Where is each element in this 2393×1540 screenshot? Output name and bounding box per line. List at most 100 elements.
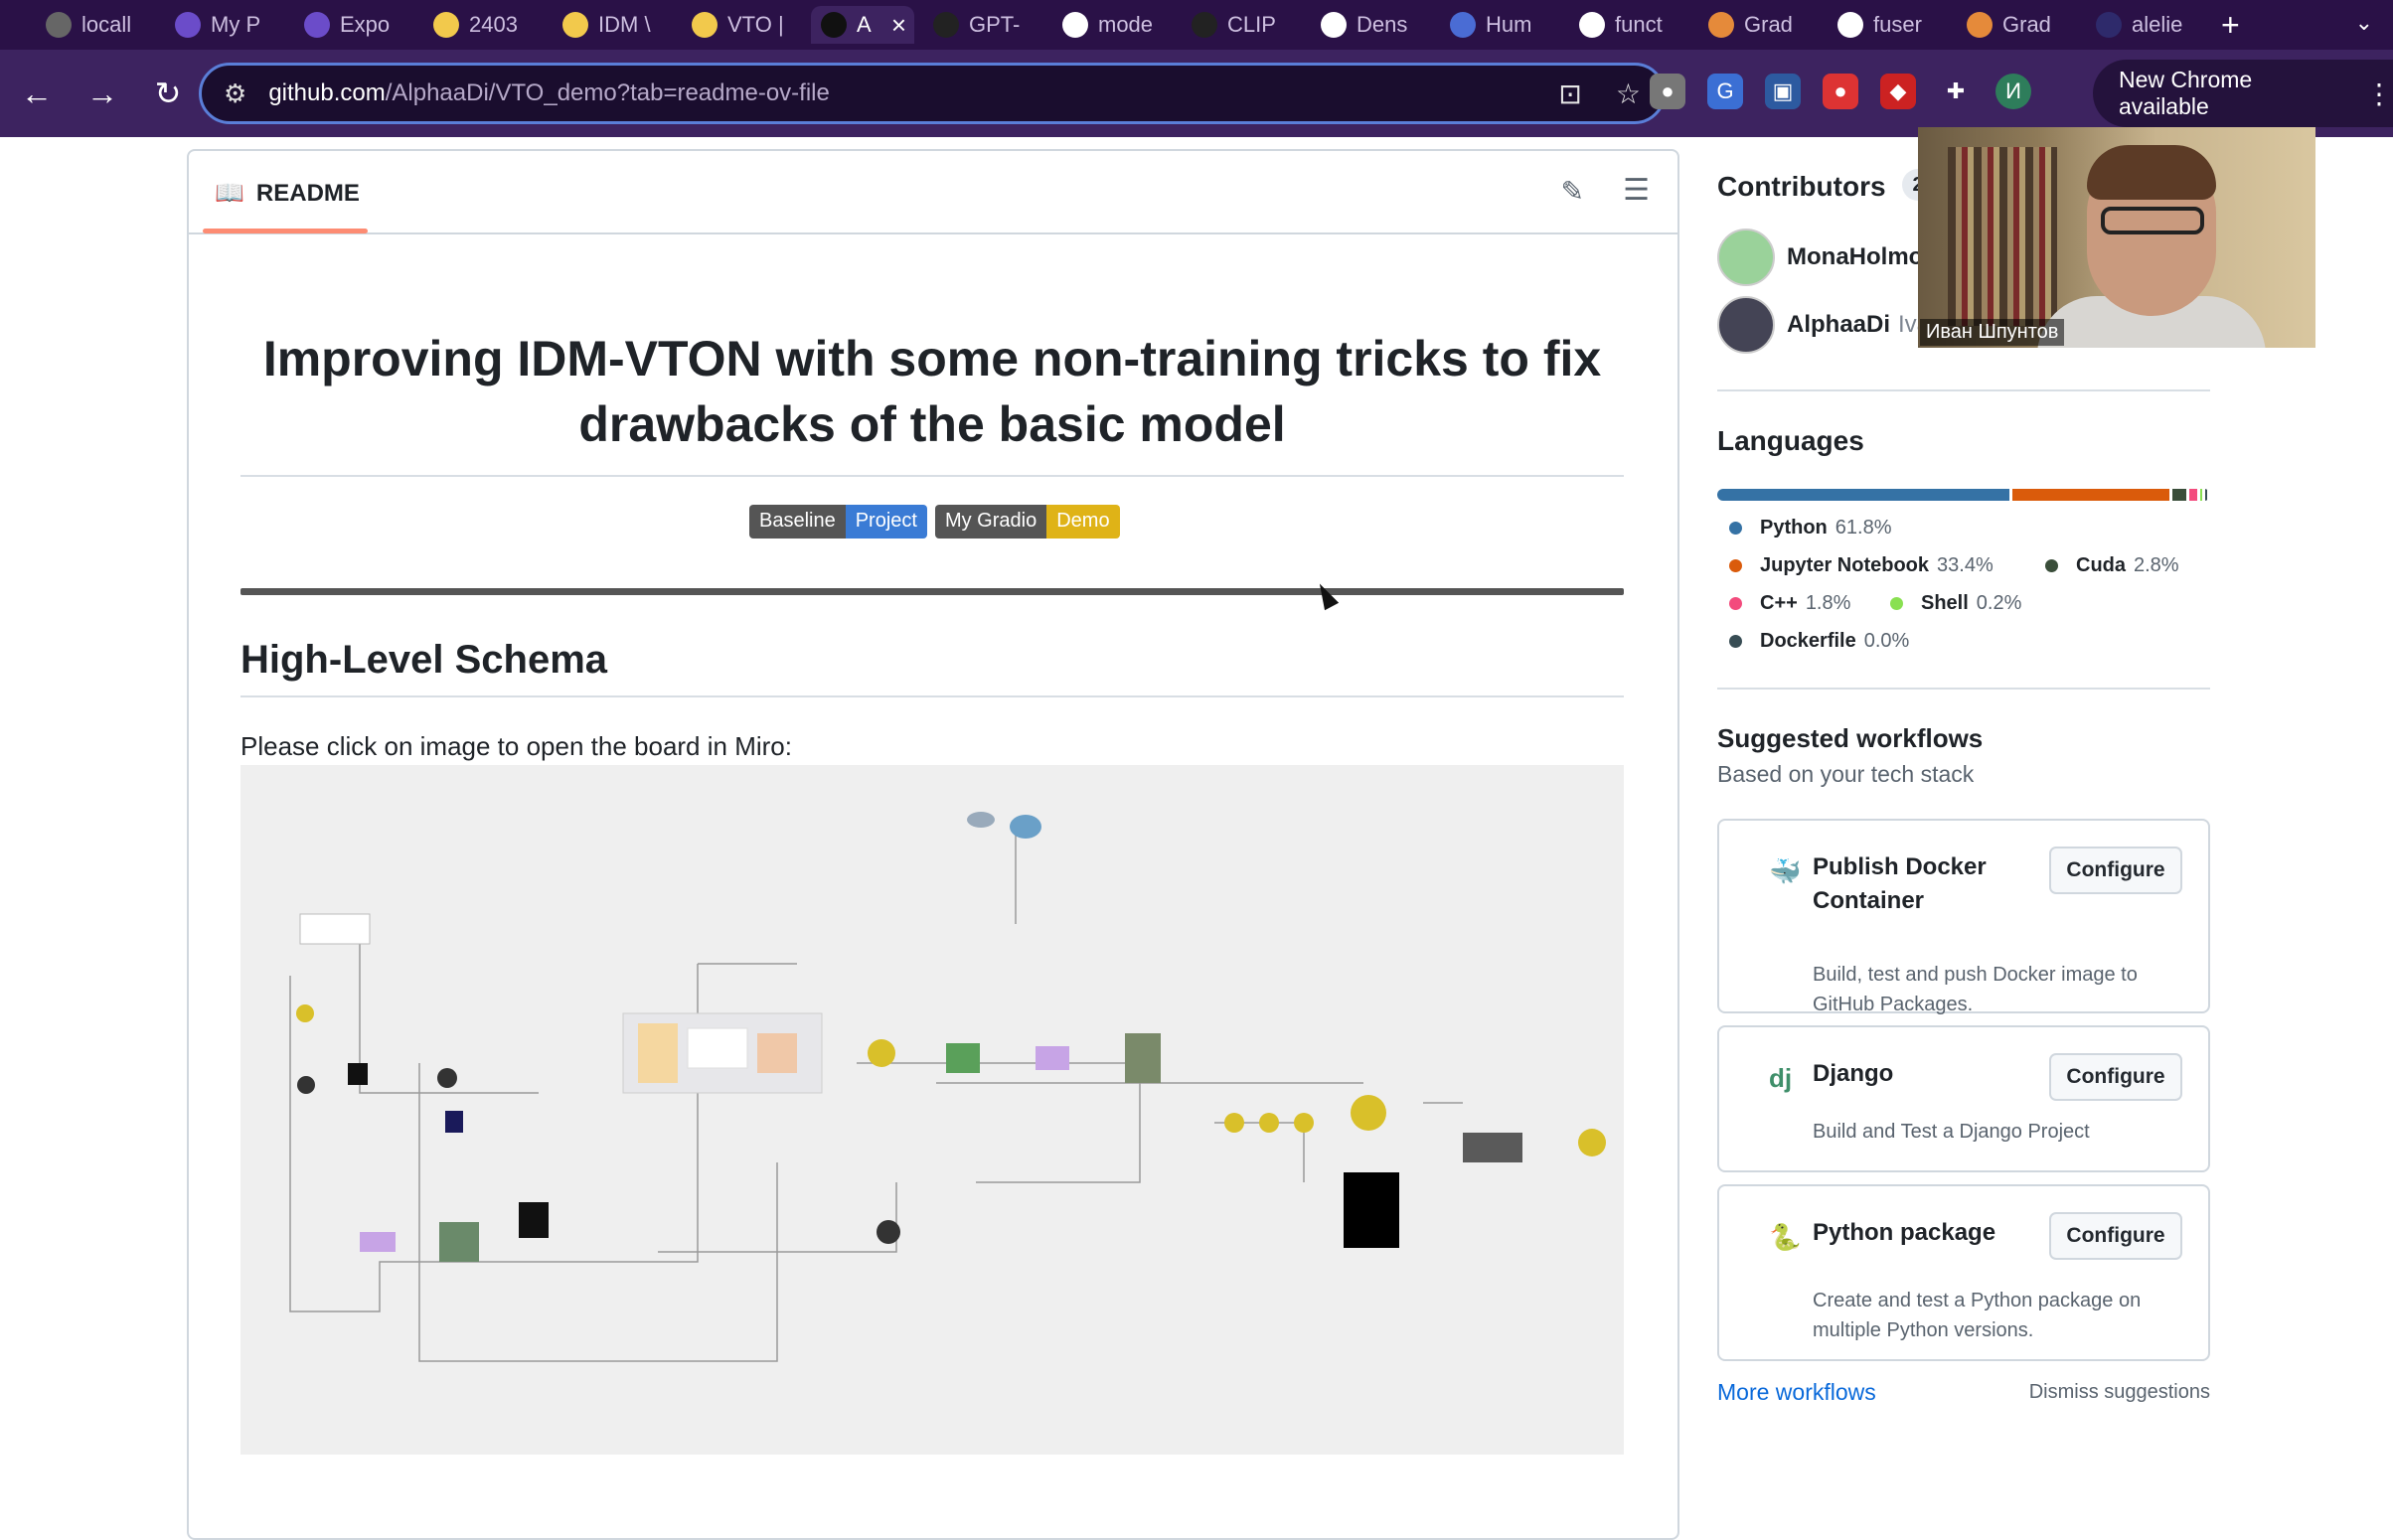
- suggested-workflows-heading: Suggested workflows: [1717, 723, 1984, 753]
- badge-value: Demo: [1046, 505, 1120, 539]
- browser-tab[interactable]: 2403: [423, 6, 544, 44]
- browser-tab[interactable]: fuser: [1828, 6, 1948, 44]
- language-percent: 0.0%: [1863, 630, 1910, 652]
- kebab-menu-icon[interactable]: ⋮: [2365, 77, 2393, 110]
- extension-screenshot-icon[interactable]: ▣: [1765, 74, 1801, 109]
- dismiss-suggestions-link[interactable]: Dismiss suggestions: [2029, 1381, 2210, 1404]
- url-host: github.com: [268, 79, 386, 106]
- forward-button[interactable]: →: [74, 76, 131, 112]
- contributor-item[interactable]: AlphaaDi Iva: [1717, 296, 1930, 354]
- language-item[interactable]: Dockerfile 0.0%: [1729, 630, 1909, 653]
- active-tab-underline: [203, 229, 368, 233]
- workflow-card: 🐳 Publish Docker Container Build, test and…: [1717, 819, 2210, 1015]
- close-tab-icon[interactable]: ×: [891, 10, 906, 41]
- extension-red-icon[interactable]: ●: [1823, 74, 1858, 109]
- tab-label: VTO |: [727, 12, 784, 37]
- language-name: Shell: [1921, 592, 1969, 614]
- language-name: Python: [1760, 517, 1828, 539]
- badges-row: Baseline Project My Gradio Demo: [749, 505, 1120, 539]
- language-bar-segment: [2205, 489, 2208, 501]
- webcam-name-label: Иван Шпунтов: [1920, 319, 2065, 346]
- readme-title: Improving IDM-VTON with some non-trainin…: [262, 331, 1602, 452]
- miro-instruction: Please click on image to open the board …: [240, 731, 792, 761]
- tab-label: fuser: [1873, 12, 1922, 37]
- language-item[interactable]: Python 61.8%: [1729, 517, 1892, 539]
- language-percent: 1.8%: [1805, 592, 1851, 614]
- tab-label: alelie: [2132, 12, 2183, 37]
- browser-toolbar: ← → ↻ ⚙ github.com/AlphaaDi/VTO_demo?tab…: [0, 50, 2393, 137]
- profile-avatar[interactable]: И: [1995, 74, 2031, 109]
- browser-tab[interactable]: VTO |: [682, 6, 802, 44]
- tab-label: locall: [81, 12, 132, 37]
- workflow-description: Build and Test a Django Project: [1813, 1121, 2090, 1143]
- tab-favicon-icon: [1321, 12, 1347, 38]
- contributor-item[interactable]: MonaHolmo: [1717, 229, 1923, 286]
- reload-button[interactable]: ↻: [139, 75, 197, 112]
- readme-tab[interactable]: 📖 README: [215, 179, 360, 208]
- bookmark-star-icon[interactable]: ☆: [1616, 77, 1641, 110]
- extension-shield-icon[interactable]: ◆: [1880, 74, 1916, 109]
- tab-favicon-icon: [1837, 12, 1863, 38]
- browser-tab[interactable]: Grad: [1957, 6, 2077, 44]
- language-item[interactable]: Shell 0.2%: [1890, 592, 2021, 615]
- install-app-icon[interactable]: ⊡: [1558, 77, 1581, 110]
- site-info-icon[interactable]: ⚙: [224, 78, 246, 109]
- browser-tab[interactable]: CLIP: [1182, 6, 1302, 44]
- tab-favicon-icon: [821, 12, 847, 38]
- language-dot-icon: [1729, 635, 1742, 648]
- tab-favicon-icon: [46, 12, 72, 38]
- tab-favicon-icon: [1708, 12, 1734, 38]
- language-item[interactable]: C++ 1.8%: [1729, 592, 1850, 615]
- badge-value: Project: [845, 505, 927, 539]
- browser-tab[interactable]: mode: [1052, 6, 1173, 44]
- browser-tab[interactable]: GPT-: [923, 6, 1043, 44]
- language-item[interactable]: Jupyter Notebook 33.4%: [1729, 554, 1994, 577]
- url-path: /AlphaaDi/VTO_demo?tab=readme-ov-file: [385, 79, 830, 106]
- tab-favicon-icon: [1450, 12, 1476, 38]
- browser-tab[interactable]: funct: [1569, 6, 1689, 44]
- tab-search-chevron-icon[interactable]: ⌄: [2355, 10, 2373, 36]
- browser-tab[interactable]: Expo: [294, 6, 414, 44]
- browser-tab[interactable]: Hum: [1440, 6, 1560, 44]
- configure-button[interactable]: Configure: [2049, 1053, 2182, 1101]
- language-bar-segment: [2188, 489, 2198, 501]
- new-chrome-available-button[interactable]: New Chrome available ⋮: [2093, 60, 2393, 127]
- tab-label: 2403: [469, 12, 518, 37]
- browser-tab[interactable]: Dens: [1311, 6, 1431, 44]
- tab-label: funct: [1615, 12, 1663, 37]
- extension-incognito-icon[interactable]: ●: [1650, 74, 1685, 109]
- miro-board-image[interactable]: [240, 765, 1624, 1455]
- tab-favicon-icon: [175, 12, 201, 38]
- address-bar[interactable]: ⚙ github.com/AlphaaDi/VTO_demo?tab=readm…: [199, 63, 1666, 124]
- extensions-puzzle-icon[interactable]: ✚: [1938, 74, 1974, 109]
- avatar[interactable]: [1717, 229, 1775, 286]
- edit-pencil-icon[interactable]: ✎: [1561, 175, 1584, 208]
- browser-tab[interactable]: Grad: [1698, 6, 1819, 44]
- browser-tab[interactable]: IDM \: [553, 6, 673, 44]
- workflow-name: Python package: [1813, 1219, 1996, 1246]
- browser-tab[interactable]: alelie: [2086, 6, 2206, 44]
- browser-tab[interactable]: locall: [36, 6, 156, 44]
- title-divider: [240, 475, 1624, 477]
- tab-favicon-icon: [1579, 12, 1605, 38]
- extension-translate-icon[interactable]: G: [1707, 74, 1743, 109]
- back-button[interactable]: ←: [8, 76, 66, 112]
- workflow-name: Django: [1813, 1060, 1894, 1087]
- language-dot-icon: [1729, 522, 1742, 535]
- avatar[interactable]: [1717, 296, 1775, 354]
- browser-tab[interactable]: My P: [165, 6, 285, 44]
- language-item[interactable]: Cuda 2.8%: [2045, 554, 2179, 577]
- new-tab-button[interactable]: +: [2221, 7, 2240, 44]
- readme-badge[interactable]: Baseline Project: [749, 505, 927, 539]
- browser-tab[interactable]: A ×: [811, 6, 914, 44]
- contributor-login[interactable]: AlphaaDi: [1787, 311, 1890, 339]
- contributors-heading[interactable]: Contributors: [1717, 171, 1886, 203]
- contributor-login[interactable]: MonaHolmo: [1787, 243, 1923, 271]
- configure-button[interactable]: Configure: [2049, 1212, 2182, 1260]
- more-workflows-link[interactable]: More workflows: [1717, 1379, 1876, 1406]
- readme-badge[interactable]: My Gradio Demo: [934, 505, 1120, 539]
- tab-label: A: [857, 12, 872, 37]
- outline-list-icon[interactable]: ☰: [1623, 173, 1650, 208]
- presenter-hair: [2087, 145, 2216, 200]
- configure-button[interactable]: Configure: [2049, 847, 2182, 894]
